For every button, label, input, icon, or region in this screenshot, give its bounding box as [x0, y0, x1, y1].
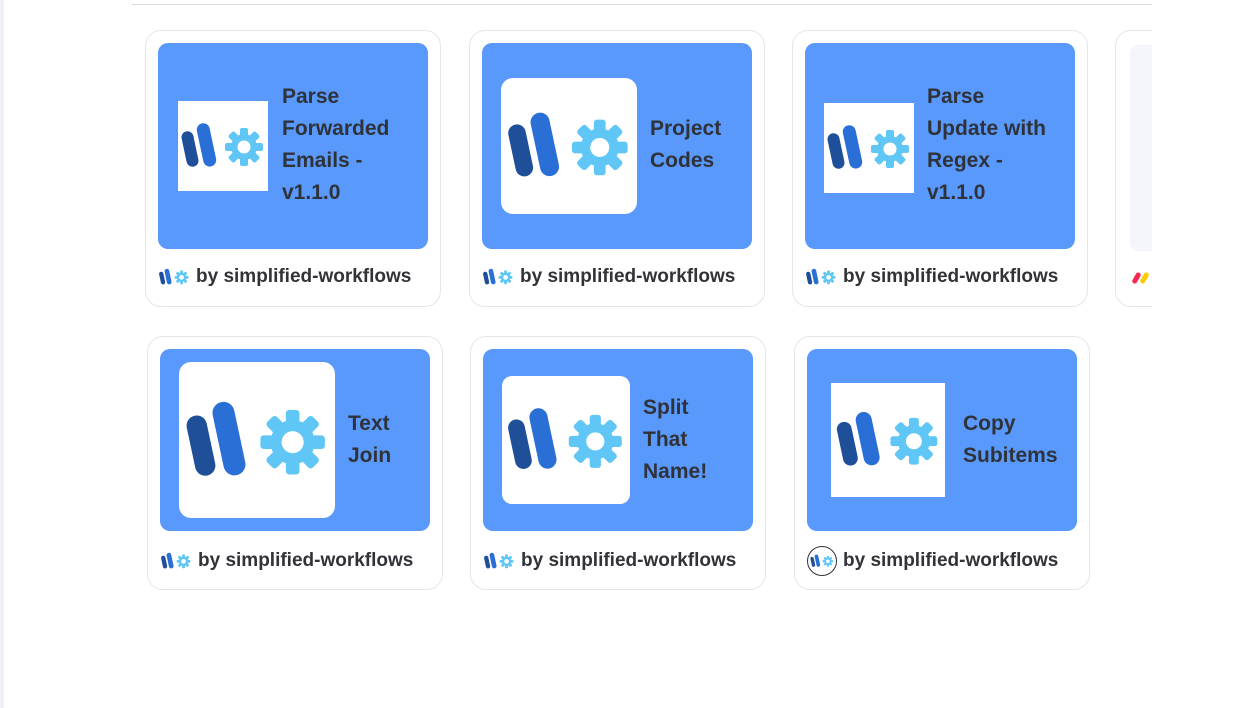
- simplified-workflows-logo-icon: [805, 268, 837, 286]
- app-card-project-codes[interactable]: Project Codes by simplified-workflows: [469, 30, 765, 307]
- app-card-author[interactable]: by simplified-workflows: [483, 549, 736, 573]
- simplified-workflows-logo-icon: [482, 268, 514, 286]
- app-card-author[interactable]: by simplified-workflows: [158, 265, 411, 289]
- app-card-title: Project Codes: [650, 117, 722, 172]
- app-card-partial[interactable]: [1115, 30, 1152, 307]
- app-card-copy-subitems[interactable]: Copy Subitems by simplified-workflows: [794, 336, 1090, 590]
- app-card-banner: Project Codes: [482, 43, 752, 249]
- author-label: by simplified-workflows: [521, 550, 737, 571]
- simplified-workflows-logo-icon: [160, 552, 192, 570]
- app-card-title: Parse Update with Regex - v1.1.0: [927, 85, 1046, 204]
- simplified-workflows-logo-icon: [178, 101, 268, 191]
- app-grid-viewport: Parse Forwarded Emails - v1.1.0 by simpl…: [0, 0, 1152, 708]
- author-label: by simplified-workflows: [843, 266, 1059, 287]
- app-card-banner: [1130, 45, 1152, 251]
- app-card-parse-update-regex[interactable]: Parse Update with Regex - v1.1.0 by simp…: [792, 30, 1088, 307]
- simplified-workflows-logo-icon: [807, 546, 837, 576]
- simplified-workflows-logo-icon: [158, 268, 190, 286]
- simplified-workflows-logo-icon: [179, 362, 335, 518]
- author-label: by simplified-workflows: [198, 550, 414, 571]
- app-card-title: Text Join: [348, 412, 392, 467]
- app-card-title: Split That Name!: [643, 396, 708, 483]
- app-card-parse-forwarded-emails[interactable]: Parse Forwarded Emails - v1.1.0 by simpl…: [145, 30, 441, 307]
- simplified-workflows-logo-icon: [824, 103, 914, 193]
- app-card-banner: Parse Forwarded Emails - v1.1.0: [158, 43, 428, 249]
- app-card-author[interactable]: by simplified-workflows: [482, 265, 735, 289]
- simplified-workflows-logo-icon: [831, 383, 945, 497]
- app-card-banner: Split That Name!: [483, 349, 753, 531]
- app-card-text-join[interactable]: Text Join by simplified-workflows: [147, 336, 443, 590]
- monday-logo-icon: [1132, 269, 1152, 290]
- app-card-title: Parse Forwarded Emails - v1.1.0: [282, 85, 390, 204]
- author-label: by simplified-workflows: [520, 266, 736, 287]
- simplified-workflows-logo-icon: [483, 552, 515, 570]
- app-card-author[interactable]: by simplified-workflows: [805, 265, 1058, 289]
- app-card-banner: Text Join: [160, 349, 430, 531]
- author-label: by simplified-workflows: [843, 550, 1059, 571]
- simplified-workflows-logo-icon: [502, 376, 630, 504]
- app-card-split-that-name[interactable]: Split That Name! by simplified-workflows: [470, 336, 766, 590]
- app-card-author[interactable]: by simplified-workflows: [807, 546, 1059, 576]
- app-card-banner: Copy Subitems: [807, 349, 1077, 531]
- app-card-title: Copy Subitems: [963, 412, 1058, 467]
- app-card-banner: Parse Update with Regex - v1.1.0: [805, 43, 1075, 249]
- simplified-workflows-logo-icon: [501, 78, 637, 214]
- right-panel: [1152, 0, 1254, 708]
- app-card-author[interactable]: by simplified-workflows: [160, 549, 413, 573]
- top-divider: [132, 0, 1152, 5]
- author-label: by simplified-workflows: [196, 266, 412, 287]
